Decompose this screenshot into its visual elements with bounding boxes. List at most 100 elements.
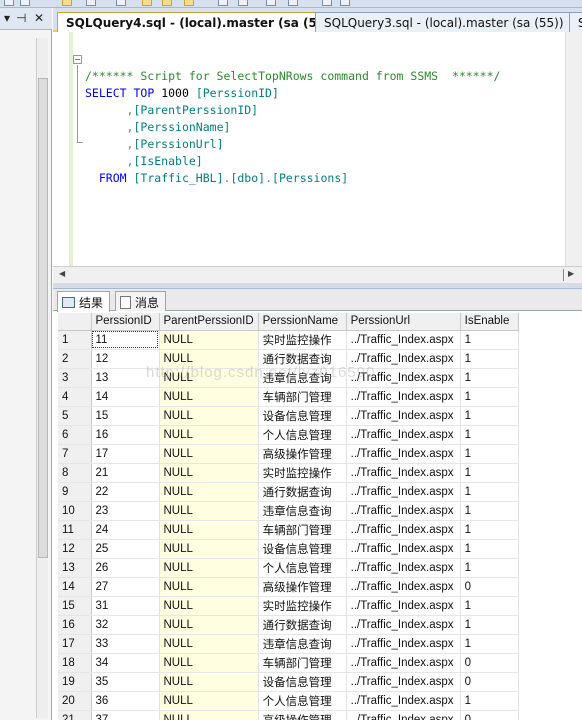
cell-isenable[interactable]: 1 [460, 444, 519, 464]
cell-perssionname[interactable]: 违章信息查询 [258, 501, 347, 521]
cell-isenable[interactable]: 1 [460, 406, 519, 426]
cell-perssionname[interactable]: 通行数据查询 [258, 615, 347, 635]
cell-perssionid[interactable]: 25 [91, 539, 160, 559]
cell-perssionname[interactable]: 车辆部门管理 [258, 653, 347, 673]
table-row[interactable]: 10 23 NULL 违章信息查询 ../Traffic_Index.aspx 1 [58, 501, 519, 521]
tab-overflow[interactable]: S [569, 12, 582, 32]
cell-isenable[interactable]: 1 [460, 634, 519, 654]
toolbar-dropdown[interactable] [340, 0, 350, 6]
cell-perssionname[interactable]: 实时监控操作 [258, 330, 347, 350]
cell-parentperssionid[interactable]: NULL [159, 387, 259, 407]
cell-parentperssionid[interactable]: NULL [159, 596, 259, 616]
column-header-perssionid[interactable]: PerssionID [91, 313, 160, 331]
code-line[interactable]: ,[PerssionName] [85, 119, 500, 136]
toolbar-button[interactable] [116, 0, 126, 6]
cell-isenable[interactable]: 0 [460, 672, 519, 692]
cell-perssionurl[interactable]: ../Traffic_Index.aspx [346, 634, 461, 654]
cell-perssionname[interactable]: 通行数据查询 [258, 349, 347, 369]
cell-isenable[interactable]: 1 [460, 425, 519, 445]
cell-perssionid[interactable]: 37 [91, 710, 160, 720]
row-number[interactable]: 14 [58, 577, 92, 597]
cell-isenable[interactable]: 1 [460, 463, 519, 483]
code-line[interactable]: ,[PerssionUrl] [85, 136, 500, 153]
cell-perssionname[interactable]: 实时监控操作 [258, 596, 347, 616]
cell-perssionid[interactable]: 35 [91, 672, 160, 692]
cell-perssionid[interactable]: 13 [91, 368, 160, 388]
row-number[interactable]: 4 [58, 387, 92, 407]
cell-perssionname[interactable]: 违章信息查询 [258, 368, 347, 388]
cell-parentperssionid[interactable]: NULL [159, 425, 259, 445]
cell-parentperssionid[interactable]: NULL [159, 615, 259, 635]
toolbar-button[interactable] [86, 0, 96, 6]
table-row[interactable]: 1 11 NULL 实时监控操作 ../Traffic_Index.aspx 1 [58, 330, 519, 350]
cell-perssionid[interactable]: 23 [91, 501, 160, 521]
cell-isenable[interactable]: 0 [460, 577, 519, 597]
toolbar-button[interactable] [322, 0, 332, 6]
scroll-left-icon[interactable]: ◀ [59, 269, 65, 278]
cell-perssionname[interactable]: 违章信息查询 [258, 634, 347, 654]
table-row[interactable]: 4 14 NULL 车辆部门管理 ../Traffic_Index.aspx 1 [58, 387, 519, 407]
toolbar-button[interactable] [4, 0, 14, 6]
cell-isenable[interactable]: 1 [460, 520, 519, 540]
panel-scrollbar[interactable] [36, 38, 48, 718]
row-number[interactable]: 6 [58, 425, 92, 445]
cell-isenable[interactable]: 1 [460, 596, 519, 616]
cell-parentperssionid[interactable]: NULL [159, 520, 259, 540]
cell-parentperssionid[interactable]: NULL [159, 406, 259, 426]
code-line[interactable]: SELECT TOP 1000 [PerssionID] [85, 85, 500, 102]
cell-isenable[interactable]: 1 [460, 349, 519, 369]
row-number[interactable]: 9 [58, 482, 92, 502]
row-number[interactable]: 17 [58, 634, 92, 654]
cell-isenable[interactable]: 1 [460, 558, 519, 578]
cell-isenable[interactable]: 1 [460, 330, 519, 350]
row-number[interactable]: 2 [58, 349, 92, 369]
cell-parentperssionid[interactable]: NULL [159, 653, 259, 673]
table-row[interactable]: 20 36 NULL 个人信息管理 ../Traffic_Index.aspx 1 [58, 691, 519, 711]
toolbar-button[interactable] [142, 0, 152, 6]
cell-perssionid[interactable]: 32 [91, 615, 160, 635]
code-line[interactable]: FROM [Traffic_HBL].[dbo].[Perssions] [85, 170, 500, 187]
cell-parentperssionid[interactable]: NULL [159, 672, 259, 692]
cell-perssionurl[interactable]: ../Traffic_Index.aspx [346, 653, 461, 673]
row-number[interactable]: 5 [58, 406, 92, 426]
cell-isenable[interactable]: 1 [460, 482, 519, 502]
cell-perssionid[interactable]: 36 [91, 691, 160, 711]
table-row[interactable]: 11 24 NULL 车辆部门管理 ../Traffic_Index.aspx 1 [58, 520, 519, 540]
dropdown-icon[interactable]: ▾ [4, 11, 10, 25]
tab-messages[interactable]: 消息 [115, 291, 167, 311]
query-editor[interactable]: − /****** Script for SelectTopNRows comm… [53, 32, 582, 266]
cell-perssionid[interactable]: 16 [91, 425, 160, 445]
column-header-parentperssionid[interactable]: ParentPerssionID [159, 313, 259, 331]
column-header-perssionurl[interactable]: PerssionUrl [346, 313, 461, 331]
row-number[interactable]: 3 [58, 368, 92, 388]
cell-perssionurl[interactable]: ../Traffic_Index.aspx [346, 368, 461, 388]
toolbar-button[interactable] [20, 0, 30, 6]
row-number[interactable]: 13 [58, 558, 92, 578]
cell-perssionurl[interactable]: ../Traffic_Index.aspx [346, 387, 461, 407]
table-row[interactable]: 2137NULL高级操作管理../Traffic_Index.aspx0 [58, 710, 519, 720]
cell-perssionid[interactable]: 12 [91, 349, 160, 369]
toolbar-button[interactable] [238, 0, 248, 6]
cell-perssionurl[interactable]: ../Traffic_Index.aspx [346, 577, 461, 597]
collapse-icon[interactable]: − [73, 55, 82, 64]
table-row[interactable]: 5 15 NULL 设备信息管理 ../Traffic_Index.aspx 1 [58, 406, 519, 426]
cell-perssionid[interactable]: 22 [91, 482, 160, 502]
cell-isenable[interactable]: 1 [460, 368, 519, 388]
corner-header[interactable] [58, 313, 92, 331]
row-number[interactable]: 7 [58, 444, 92, 464]
cell-perssionurl[interactable]: ../Traffic_Index.aspx [346, 520, 461, 540]
column-header-isenable[interactable]: IsEnable [460, 313, 519, 331]
cell-parentperssionid[interactable]: NULL [159, 634, 259, 654]
cell-perssionid[interactable]: 21 [91, 463, 160, 483]
cell-perssionid[interactable]: 24 [91, 520, 160, 540]
row-number[interactable]: 20 [58, 691, 92, 711]
cell-perssionid[interactable]: 17 [91, 444, 160, 464]
tab-sqlquery4[interactable]: SQLQuery4.sql - (local).master (sa (56)) [57, 12, 346, 33]
scroll-right-icon[interactable]: ▶ [568, 269, 574, 278]
row-number[interactable]: 1 [58, 330, 92, 350]
cell-perssionurl[interactable]: ../Traffic_Index.aspx [346, 330, 461, 350]
cell-perssionurl[interactable]: ../Traffic_Index.aspx [346, 425, 461, 445]
cell-perssionurl[interactable]: ../Traffic_Index.aspx [346, 710, 461, 720]
toolbar-button[interactable] [162, 0, 172, 6]
cell-isenable[interactable]: 1 [460, 615, 519, 635]
